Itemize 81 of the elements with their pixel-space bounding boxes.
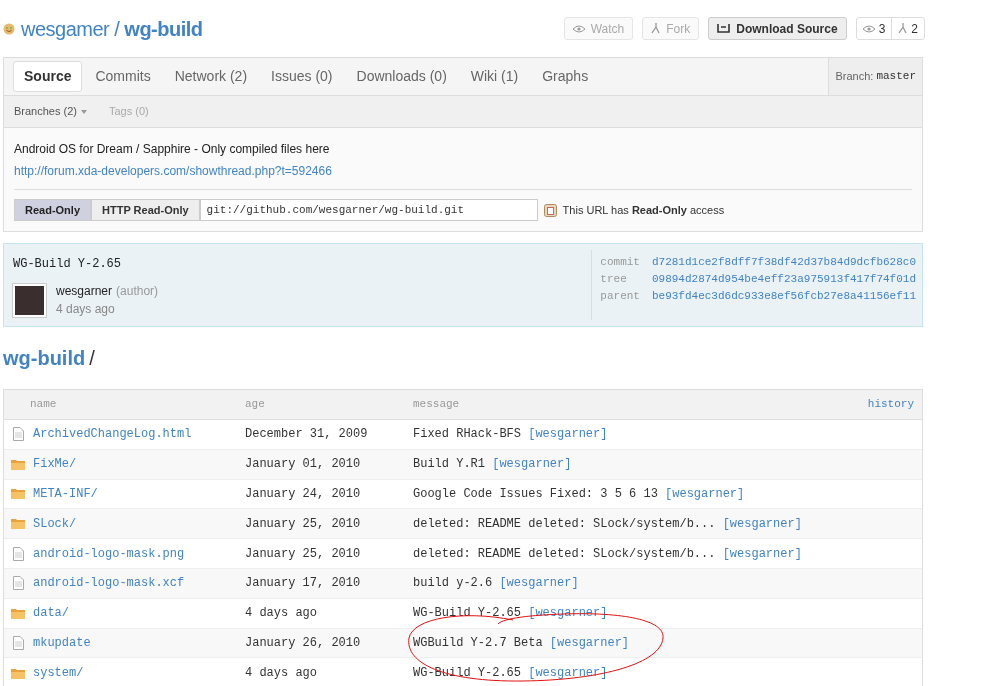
file-age: January 25, 2010 <box>245 515 362 533</box>
repo-name-link[interactable]: wg-build <box>124 13 203 44</box>
repo-description: Android OS for Dream / Sapphire - Only compiled files here <box>14 141 331 158</box>
author-role: (author) <box>116 283 159 300</box>
commit-message: Fixed RHack-BFS [wesgarner] <box>413 426 609 444</box>
file-name-link[interactable]: android-logo-mask.xcf <box>33 574 185 593</box>
column-header: name <box>29 397 58 413</box>
clone-protocol-button[interactable]: Read-Only <box>14 199 91 221</box>
file-age: January 26, 2010 <box>245 634 362 652</box>
commit-message: Build Y.R1 [wesgarner] <box>413 456 573 474</box>
commit-meta-label: tree <box>600 272 628 287</box>
watch-button[interactable]: Watch <box>563 17 634 40</box>
file-age: January 25, 2010 <box>245 545 362 563</box>
path-separator: / <box>114 16 120 42</box>
repo-tab[interactable]: Wiki (1) <box>459 61 530 92</box>
author-link[interactable]: wesgarner <box>56 282 113 300</box>
file-age: December 31, 2009 <box>245 426 369 444</box>
file-name-link[interactable]: ArchivedChangeLog.html <box>33 425 192 444</box>
eye-icon <box>572 24 585 33</box>
author-link[interactable]: [wesgarner] <box>549 635 630 650</box>
file-name-link[interactable]: FixMe/ <box>33 455 77 474</box>
commit-message: deleted: README deleted: SLock/system/b... [wesgarner] <box>413 515 803 533</box>
fork-button[interactable]: Fork <box>642 17 700 40</box>
file-name-link[interactable]: data/ <box>33 604 69 623</box>
column-header: age <box>245 397 266 413</box>
file-age: 4 days ago <box>245 665 318 683</box>
commit-message: WGBuild Y-2.7 Beta [wesgarner] <box>413 634 631 652</box>
download-button[interactable]: Download Source <box>708 17 847 40</box>
author-link[interactable]: [wesgarner] <box>665 487 745 501</box>
subnav-tab[interactable]: Branches (2) <box>14 103 87 120</box>
file-name-link[interactable]: mkupdate <box>33 633 91 652</box>
file-age: 4 days ago <box>245 605 318 623</box>
commit-meta-label: parent <box>600 289 640 304</box>
file-age: January 17, 2010 <box>245 575 362 593</box>
forks-counter[interactable]: 2 <box>891 18 924 39</box>
clipboard-icon[interactable] <box>543 203 557 217</box>
commit-message: Google Code Issues Fixed: 3 5 6 13 [wesgarner] <box>413 486 746 503</box>
clone-protocol-button[interactable]: HTTP Read-Only <box>91 199 200 221</box>
author-link[interactable]: [wesgarner] <box>492 457 572 472</box>
clone-url-note: This URL has Read-Only access <box>562 202 725 218</box>
repo-tab[interactable]: Graphs <box>531 61 600 92</box>
repo-tab[interactable]: Downloads (0) <box>345 61 458 92</box>
file-name-link[interactable]: SLock/ <box>33 514 77 533</box>
commit-message: deleted: README deleted: SLock/system/b... [wesgarner] <box>413 545 803 563</box>
author-link[interactable]: [wesgarner] <box>499 576 579 591</box>
avatar-placeholder <box>13 283 46 317</box>
file-age: January 24, 2010 <box>245 486 362 503</box>
caret-icon <box>81 109 87 114</box>
fork-icon <box>898 23 908 34</box>
clone-url-field[interactable]: git://github.com/wesgarner/wg-build.git <box>199 199 538 221</box>
homepage-link[interactable]: http://forum.xda-developers.com/showthread.php?t=592466 <box>14 162 912 180</box>
branch-indicator[interactable]: Branch: master <box>828 58 922 95</box>
author-link[interactable]: [wesgarner] <box>528 666 608 681</box>
smiley-icon <box>3 22 15 35</box>
commit-hash-link[interactable]: d7281d1ce2f8dff7f38df42d37b84d9dcfb628c0 <box>651 254 916 271</box>
watchers-counter[interactable]: 3 <box>856 18 892 39</box>
history-link[interactable]: history <box>867 396 922 413</box>
repo-tab[interactable]: Issues (0) <box>260 61 344 92</box>
repo-tab[interactable]: Network (2) <box>163 61 259 92</box>
repo-owner-link[interactable]: wesgamer <box>21 13 110 44</box>
fork-icon <box>651 23 661 34</box>
commit-meta-label: commit <box>600 255 640 270</box>
column-header: message <box>413 397 461 413</box>
tray-icon <box>717 24 731 33</box>
file-age: January 01, 2010 <box>245 456 362 474</box>
repo-tab[interactable]: Source <box>13 61 83 92</box>
file-name-link[interactable]: system/ <box>33 664 84 683</box>
commit-message: build y-2.6 [wesgarner] <box>413 575 580 593</box>
eye-icon <box>862 24 875 33</box>
breadcrumb-separator: / <box>89 346 95 371</box>
author-link[interactable]: [wesgarner] <box>528 427 608 442</box>
commit-hash-link[interactable]: 09894d2874d954be4eff23a975913f417f74f01d <box>651 271 916 288</box>
commit-hash-link[interactable]: be93fd4ec3d6dc933e8ef56fcb27e8a41156ef11 <box>651 288 916 305</box>
file-name-link[interactable]: android-logo-mask.png <box>33 544 185 563</box>
breadcrumb-link[interactable]: wg-build <box>3 343 86 373</box>
author-link[interactable]: [wesgarner] <box>722 546 802 561</box>
repo-tab[interactable]: Commits <box>84 61 162 92</box>
commit-message: WG-Build Y-2.65 <box>13 256 123 273</box>
file-name-link[interactable]: META-INF/ <box>33 485 98 503</box>
author-link[interactable]: [wesgarner] <box>722 516 802 531</box>
commit-date: 4 days ago <box>56 301 116 318</box>
